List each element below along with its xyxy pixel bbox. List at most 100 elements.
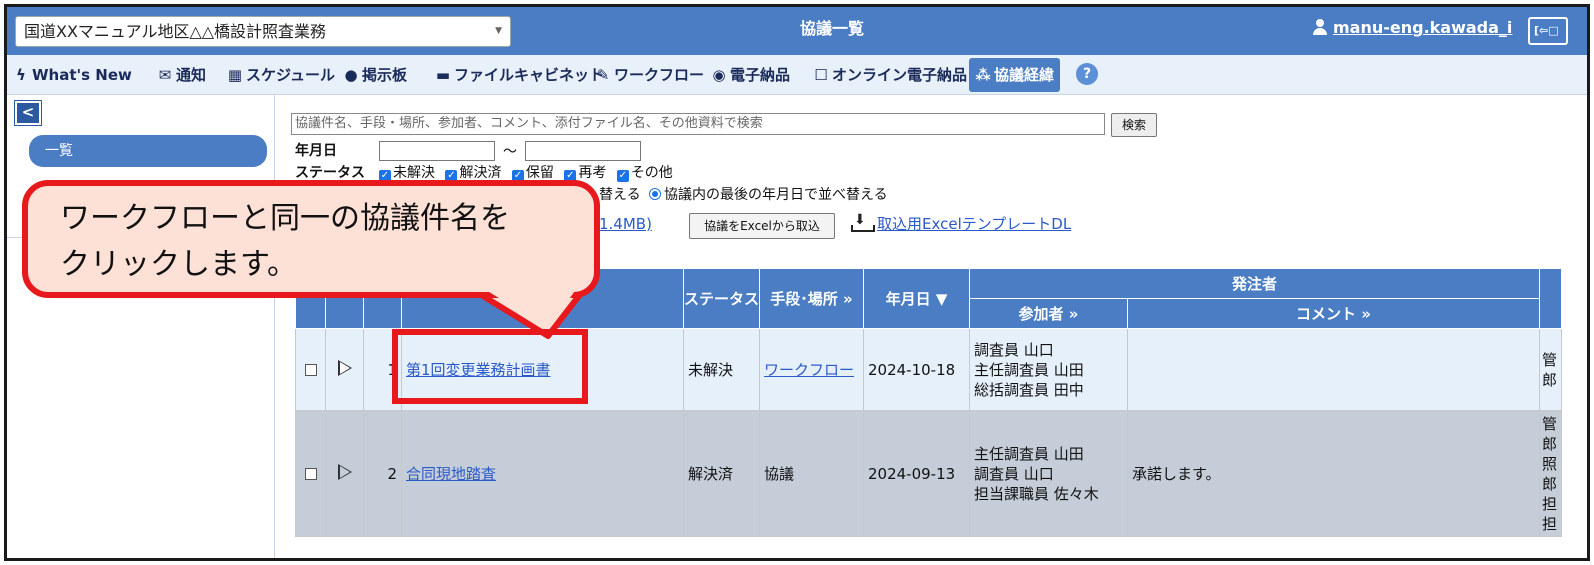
row-title: 合同現地踏査 [401, 410, 684, 537]
header-method[interactable]: 手段･場所 » [759, 268, 864, 329]
download-link[interactable]: 1.4MB) [599, 215, 652, 233]
expand-more-icon: » [1068, 305, 1079, 323]
participant: 調査員 山口 [974, 464, 1054, 483]
status-resolved[interactable]: ✓ 解決済 [445, 165, 502, 182]
date-from-input[interactable] [379, 141, 495, 161]
sidebar-item-list[interactable]: 一覧 [29, 135, 267, 167]
status-unresolved[interactable]: ✓ 未解決 [379, 165, 435, 182]
nav-bulletin[interactable]: ● 掲示板 [343, 55, 407, 95]
calendar-icon: ▦ [227, 66, 243, 84]
header-orderer: 発注者 [969, 268, 1540, 299]
nav-notifications[interactable]: ✉ 通知 [157, 55, 206, 95]
radio-selected-icon [649, 188, 662, 200]
extra-text: 担 [1542, 494, 1558, 513]
participant: 担当課職員 佐々木 [974, 484, 1099, 503]
nav-label: ファイルキャビネット [454, 66, 605, 84]
sort-last-date[interactable]: 協議内の最後の年月日で並べ替える [649, 187, 888, 203]
expand-more-icon: » [1361, 305, 1371, 323]
import-excel-button[interactable]: 協議をExcelから取込 [689, 213, 835, 239]
row-extra: 管 郎 照 郎 担 担 [1539, 410, 1562, 537]
extra-text: 郎 [1542, 434, 1558, 453]
play-icon[interactable] [337, 463, 352, 480]
mail-icon: ✉ [158, 66, 172, 84]
search-input[interactable]: 協議件名、手段・場所、参加者、コメント、添付ファイル名、その他資料で検索 [291, 113, 1105, 135]
nav-label: 電子納品 [730, 66, 791, 84]
status-pending[interactable]: ✓ 保留 [511, 165, 554, 182]
nav-workflow[interactable]: ✎ ワークフロー [595, 55, 704, 95]
user-menu[interactable]: manu-eng.kawada_i [1313, 18, 1512, 37]
row-extra: 管 郎 [1539, 328, 1562, 411]
discussion-title-link[interactable]: 合同現地踏査 [406, 465, 496, 483]
nav-file-cabinet[interactable]: ▬ ファイルキャビネット [435, 55, 604, 95]
header-comment-label: コメント [1296, 305, 1357, 323]
nav-e-delivery[interactable]: ◉ 電子納品 [711, 55, 790, 95]
status-label-text: 未解決 [393, 165, 435, 181]
project-select[interactable]: 国道XXマニュアル地区△△橋設計照査業務 ▼ [15, 16, 511, 47]
callout-line-1: ワークフローと同一の協議件名を [60, 201, 510, 236]
page-title: 協議一覧 [799, 19, 864, 38]
nav-label: 掲示板 [362, 66, 408, 84]
template-download-link[interactable]: 取込用ExcelテンプレートDL [851, 212, 1071, 234]
user-icon [1313, 19, 1327, 35]
main-nav: ϟ What's New ✉ 通知 ▦ スケジュール ● 掲示板 ▬ ファイルキャビネット… [7, 55, 1587, 95]
participant: 総括調査員 田中 [974, 380, 1084, 399]
row-participants: 主任調査員 山田 調査員 山口 担当課職員 佐々木 [969, 410, 1128, 537]
nav-whats-new[interactable]: ϟ What's New [13, 55, 132, 95]
extra-text: 郎 [1542, 370, 1558, 389]
header-comment[interactable]: コメント » [1127, 298, 1540, 329]
project-select-value: 国道XXマニュアル地区△△橋設計照査業務 [24, 22, 327, 41]
status-reconsider[interactable]: ✓ 再考 [564, 165, 606, 182]
chat-icon: ● [344, 66, 358, 84]
logout-button[interactable]: [⇦□ [1528, 17, 1568, 45]
extra-text: 管 [1542, 414, 1558, 433]
row-comment: 承諾します。 [1127, 410, 1540, 537]
method-link[interactable]: ワークフロー [764, 361, 854, 379]
row-participants: 調査員 山口 主任調査員 山田 総括調査員 田中 [969, 328, 1128, 411]
nav-label: ワークフロー [614, 66, 705, 84]
user-name[interactable]: manu-eng.kawada_i [1333, 18, 1512, 37]
row-status: 未解決 [683, 328, 760, 411]
participant: 主任調査員 山田 [974, 444, 1084, 463]
status-label-text: 解決済 [459, 165, 502, 181]
cabinet-icon: ▬ [435, 66, 451, 84]
header-date-label: 年月日 [885, 290, 931, 308]
header-date[interactable]: 年月日 ▼ [863, 268, 970, 329]
extra-text: 管 [1542, 350, 1558, 369]
header-method-label: 手段･場所 [770, 290, 838, 308]
nav-online-e-delivery[interactable]: ☐ オンライン電子納品 [813, 55, 967, 95]
row-checkbox[interactable] [304, 364, 317, 376]
row-expand [325, 328, 364, 411]
row-select [295, 328, 326, 411]
row-method: ワークフロー [759, 328, 864, 411]
extra-text: 担 [1542, 514, 1558, 533]
date-label: 年月日 [295, 143, 337, 159]
row-checkbox[interactable] [304, 468, 317, 480]
date-to-input[interactable] [525, 141, 641, 161]
nav-label: オンライン電子納品 [832, 66, 968, 84]
search-button[interactable]: 検索 [1111, 113, 1157, 137]
row-select [295, 410, 326, 537]
extra-text: 照 [1542, 454, 1558, 473]
play-icon[interactable] [337, 359, 352, 376]
nav-schedule[interactable]: ▦ スケジュール [227, 55, 335, 95]
square-icon: ☐ [814, 66, 828, 84]
callout-line-2: クリックします。 [60, 247, 297, 282]
nav-discussion-history[interactable]: ⁂ 協議経緯 [969, 58, 1061, 92]
row-date: 2024-09-13 [863, 410, 970, 537]
participant: 調査員 山口 [974, 340, 1054, 359]
bolt-icon: ϟ [16, 66, 26, 84]
date-separator: 〜 [503, 144, 517, 160]
header-participants[interactable]: 参加者 » [969, 298, 1128, 329]
row-date: 2024-10-18 [863, 328, 970, 411]
row-comment [1127, 328, 1540, 411]
header-status[interactable]: ステータス [683, 268, 760, 329]
participant: 主任調査員 山田 [974, 360, 1084, 379]
chevron-down-icon: ▼ [495, 26, 502, 36]
row-expand [325, 410, 364, 537]
row-status: 解決済 [683, 410, 760, 537]
help-icon[interactable]: ? [1076, 63, 1098, 85]
extra-text: 郎 [1542, 474, 1558, 493]
sidebar-collapse-button[interactable]: < [14, 100, 42, 126]
status-other[interactable]: ✓ その他 [616, 165, 673, 182]
sort-option-partial[interactable]: 替える [599, 187, 641, 203]
